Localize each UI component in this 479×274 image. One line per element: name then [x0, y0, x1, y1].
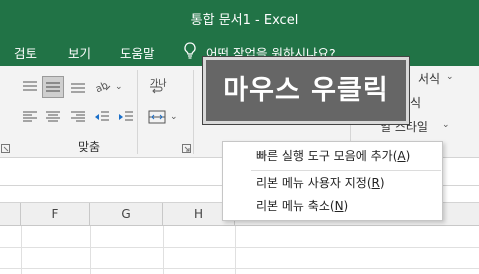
- align-right-icon[interactable]: [70, 110, 86, 124]
- divider: [193, 70, 194, 154]
- cell-grid[interactable]: [0, 226, 479, 274]
- orientation-icon[interactable]: ab: [94, 78, 112, 94]
- menu-separator: [251, 170, 441, 171]
- decrease-indent-icon[interactable]: [94, 110, 110, 124]
- lightbulb-icon[interactable]: [182, 41, 198, 61]
- tab-view[interactable]: 보기: [68, 43, 91, 62]
- conditional-format-label[interactable]: 서식: [418, 70, 440, 87]
- grid-line: [90, 226, 91, 274]
- menu-item-add-to-qat[interactable]: 빠른 실행 도구 모음에 추가(A): [223, 145, 442, 167]
- menu-item-collapse-ribbon[interactable]: 리본 메뉴 축소(N): [223, 195, 442, 217]
- caption-overlay: 마우스 우클릭: [203, 57, 409, 124]
- tab-help[interactable]: 도움말: [120, 43, 155, 62]
- alignment-group-label: 맞춤: [78, 140, 101, 154]
- grid-line: [235, 226, 236, 274]
- merge-center-icon[interactable]: [148, 110, 166, 124]
- menu-item-label: 리본 메뉴 사용자 지정: [256, 176, 367, 190]
- dialog-launcher-icon[interactable]: [182, 142, 191, 156]
- chevron-down-icon[interactable]: ⌄: [446, 72, 454, 82]
- format-table-label[interactable]: 식: [410, 94, 421, 111]
- merge-dropdown-icon[interactable]: ⌄: [170, 112, 178, 122]
- orientation-dropdown-icon[interactable]: ⌄: [115, 82, 123, 92]
- caption-text: 마우스 우클릭: [223, 75, 389, 106]
- menu-item-accel: R: [371, 176, 380, 190]
- wrap-text-icon[interactable]: [148, 84, 164, 96]
- align-top-icon[interactable]: [22, 80, 38, 94]
- increase-indent-icon[interactable]: [118, 110, 134, 124]
- window-title: 통합 문서1 - Excel: [190, 13, 299, 28]
- menu-item-label: 리본 메뉴 축소: [256, 199, 330, 213]
- context-menu: 빠른 실행 도구 모음에 추가(A) 리본 메뉴 사용자 지정(R) 리본 메뉴…: [222, 141, 443, 221]
- title-bar: 통합 문서1 - Excel: [0, 0, 479, 36]
- grid-line: [21, 226, 22, 274]
- divider: [137, 70, 138, 154]
- column-header-f[interactable]: F: [21, 203, 90, 226]
- menu-item-accel: A: [397, 149, 406, 163]
- font-group-launcher-icon[interactable]: [1, 142, 10, 156]
- column-header-partial[interactable]: [0, 203, 21, 226]
- grid-line: [0, 268, 479, 269]
- chevron-down-icon[interactable]: ⌄: [442, 120, 450, 130]
- menu-item-accel: N: [334, 199, 344, 213]
- align-bottom-icon[interactable]: [70, 80, 86, 94]
- menu-item-customize-ribbon[interactable]: 리본 메뉴 사용자 지정(R): [223, 172, 442, 194]
- align-center-icon[interactable]: [45, 110, 61, 124]
- align-middle-icon[interactable]: [45, 80, 61, 94]
- svg-text:ab: ab: [94, 80, 110, 94]
- grid-line: [0, 247, 479, 248]
- tab-review[interactable]: 검토: [14, 43, 37, 62]
- menu-item-label: 빠른 실행 도구 모음에 추가: [256, 149, 393, 163]
- grid-line: [163, 226, 164, 274]
- align-left-icon[interactable]: [22, 110, 38, 124]
- column-header-g[interactable]: G: [90, 203, 163, 226]
